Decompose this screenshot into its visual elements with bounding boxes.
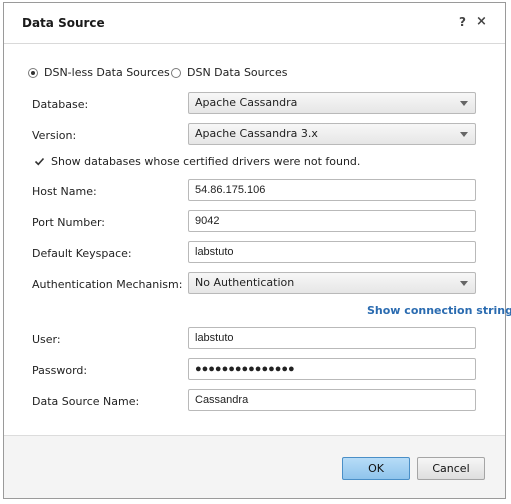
user-input[interactable] — [188, 327, 476, 349]
help-icon[interactable]: ? — [459, 15, 466, 29]
radio-dsn[interactable]: DSN Data Sources — [171, 66, 287, 79]
checkmark-icon[interactable] — [34, 156, 45, 167]
port-number-input[interactable] — [188, 210, 476, 232]
data-source-name-label: Data Source Name: — [32, 395, 140, 408]
chevron-down-icon — [460, 281, 468, 286]
host-name-label: Host Name: — [32, 185, 97, 198]
dialog-title: Data Source — [22, 16, 105, 30]
database-select[interactable]: Apache Cassandra — [188, 92, 476, 114]
default-keyspace-label: Default Keyspace: — [32, 247, 132, 260]
auth-mechanism-label: Authentication Mechanism: — [32, 278, 183, 291]
version-label: Version: — [32, 129, 77, 142]
host-name-input[interactable] — [188, 179, 476, 201]
user-label: User: — [32, 333, 61, 346]
close-icon[interactable]: × — [476, 15, 487, 29]
cancel-button[interactable]: Cancel — [417, 457, 485, 480]
radio-dsn-indicator[interactable] — [171, 67, 181, 78]
radio-dsn-less-label: DSN-less Data Sources — [44, 66, 170, 79]
show-uncertified-checkbox[interactable]: Show databases whose certified drivers w… — [34, 155, 360, 168]
ok-button[interactable]: OK — [342, 457, 410, 480]
database-select-value: Apache Cassandra — [195, 96, 298, 109]
version-select-value: Apache Cassandra 3.x — [195, 127, 318, 140]
auth-mechanism-select-value: No Authentication — [195, 276, 295, 289]
data-source-name-input[interactable] — [188, 389, 476, 411]
chevron-down-icon — [460, 101, 468, 106]
show-connection-string-link[interactable]: Show connection string — [367, 304, 511, 317]
chevron-down-icon — [460, 132, 468, 137]
version-select[interactable]: Apache Cassandra 3.x — [188, 123, 476, 145]
auth-mechanism-select[interactable]: No Authentication — [188, 272, 476, 294]
data-source-dialog: Data Source ? × DSN-less Data Sources DS… — [3, 2, 511, 499]
database-label: Database: — [32, 98, 89, 111]
radio-dsn-label: DSN Data Sources — [187, 66, 288, 79]
port-number-label: Port Number: — [32, 216, 106, 229]
password-label: Password: — [32, 364, 88, 377]
password-input[interactable] — [188, 358, 476, 380]
radio-dsn-less-indicator[interactable] — [28, 67, 38, 78]
dialog-titlebar: Data Source ? × — [4, 3, 505, 44]
show-uncertified-label: Show databases whose certified drivers w… — [51, 155, 361, 168]
default-keyspace-input[interactable] — [188, 241, 476, 263]
radio-dsn-less[interactable]: DSN-less Data Sources — [28, 66, 170, 79]
